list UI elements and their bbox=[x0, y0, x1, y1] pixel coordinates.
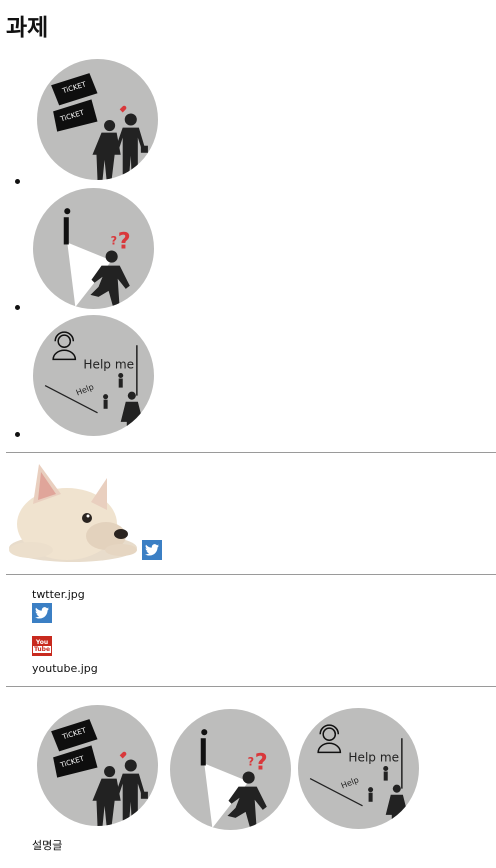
gallery-caption: 설명글 bbox=[32, 839, 63, 852]
youtube-caption: youtube.jpg bbox=[32, 662, 98, 675]
twitter-icon[interactable] bbox=[142, 540, 162, 560]
svg-text:?: ? bbox=[118, 229, 131, 255]
youtube-badge-top: You bbox=[35, 639, 49, 646]
divider bbox=[6, 574, 496, 575]
list-bullet bbox=[15, 305, 20, 310]
divider bbox=[6, 452, 496, 453]
gallery-info-illustration: ? ? bbox=[170, 709, 291, 830]
info-question-illustration: ? ? bbox=[33, 188, 154, 309]
svg-text:?: ? bbox=[111, 234, 117, 247]
svg-text:?: ? bbox=[255, 750, 268, 776]
gallery-ticket-illustration: TiCKET TiCKET bbox=[37, 705, 158, 826]
twitter-caption: twtter.jpg bbox=[32, 588, 85, 601]
ticket-couple-illustration: TiCKET TiCKET bbox=[37, 59, 158, 180]
list-bullet bbox=[15, 432, 20, 437]
help-text: Help bbox=[75, 382, 95, 397]
dog-image bbox=[3, 460, 139, 566]
svg-text:?: ? bbox=[248, 755, 254, 768]
gallery-help-illustration: Help me Help bbox=[298, 708, 419, 829]
help-text: Help bbox=[340, 775, 360, 790]
help-me-illustration: Help me Help bbox=[33, 315, 154, 436]
help-me-text: Help me bbox=[348, 750, 399, 764]
youtube-badge-bottom: Tube bbox=[32, 646, 52, 653]
help-me-text: Help me bbox=[83, 357, 134, 371]
divider bbox=[6, 686, 496, 687]
youtube-icon[interactable]: You Tube bbox=[32, 636, 52, 656]
twitter-icon[interactable] bbox=[32, 603, 52, 623]
list-bullet bbox=[15, 179, 20, 184]
page-title: 과제 bbox=[6, 15, 49, 41]
